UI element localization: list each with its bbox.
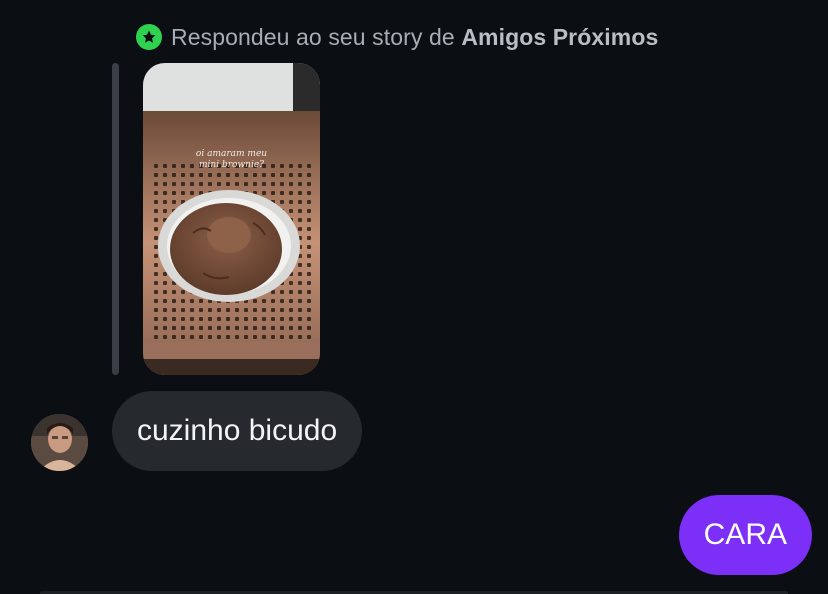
reply-header-prefix: Respondeu ao seu story de — [171, 23, 455, 50]
incoming-message-text: cuzinho bicudo — [137, 414, 338, 447]
story-thumbnail[interactable]: oi amaram meu mini brownie? — [143, 63, 320, 375]
star-icon — [136, 24, 162, 50]
story-caption: oi amaram meu mini brownie? — [143, 149, 320, 171]
outgoing-message-text: CARA — [703, 518, 787, 551]
close-friends-label: Amigos Próximos — [461, 23, 659, 50]
incoming-message-bubble[interactable]: cuzinho bicudo — [112, 391, 363, 471]
reply-quote-bar — [112, 63, 119, 375]
chat-screen: Respondeu ao seu story de Amigos Próximo… — [0, 0, 828, 594]
outgoing-message-bubble[interactable]: CARA — [678, 495, 812, 575]
avatar-photo — [31, 414, 88, 471]
story-photo — [143, 63, 320, 375]
sender-avatar[interactable] — [31, 414, 88, 471]
story-caption-line-1: oi amaram meu — [195, 149, 268, 159]
reply-header-text: Respondeu ao seu story de Amigos Próximo… — [171, 24, 658, 51]
story-caption-line-2: mini brownie? — [199, 160, 264, 170]
story-reply-header: Respondeu ao seu story de Amigos Próximo… — [136, 22, 658, 52]
